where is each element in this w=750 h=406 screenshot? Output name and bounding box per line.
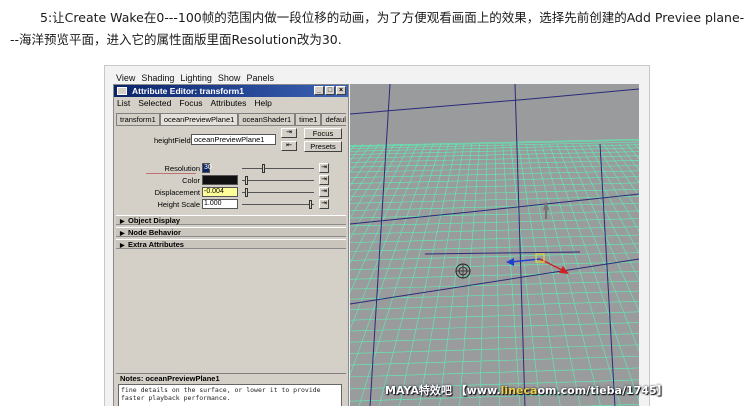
color-slider[interactable] xyxy=(242,176,314,185)
perspective-viewport[interactable] xyxy=(350,84,639,406)
tab-transform1[interactable]: transform1 xyxy=(116,113,160,125)
attribute-label: Height Scale xyxy=(157,200,200,209)
displacement-input[interactable]: -0.004 xyxy=(202,187,238,197)
highlight-underline xyxy=(146,173,196,174)
expand-arrow-icon: ▶ xyxy=(120,231,125,237)
height-field-label: heightField: xyxy=(154,136,193,145)
height-scale-slider[interactable] xyxy=(242,200,314,209)
node-tabs: transform1 oceanPreviewPlane1 oceanShade… xyxy=(116,113,346,125)
attribute-list: Resolution 30 ⇥ Color ⇥ Displacement -0.… xyxy=(116,163,346,213)
menu-help[interactable]: Help xyxy=(254,97,271,109)
menu-selected[interactable]: Selected xyxy=(138,97,171,109)
section-extra-attributes[interactable]: ▶ Extra Attributes xyxy=(116,239,346,249)
watermark-site-name: MAYA特效吧 xyxy=(385,384,452,397)
close-icon[interactable]: × xyxy=(336,86,346,95)
watermark: MAYA特效吧 【www.linecaom.com/tieba/1745】 xyxy=(385,382,668,398)
section-object-display[interactable]: ▶ Object Display xyxy=(116,215,346,225)
watermark-url-rest: om.com/tieba/1745】 xyxy=(537,384,668,397)
attribute-row-color: Color ⇥ xyxy=(116,175,346,186)
map-button-icon[interactable]: ⇥ xyxy=(319,175,329,185)
section-node-behavior[interactable]: ▶ Node Behavior xyxy=(116,227,346,237)
tutorial-paragraph: 5:让Create Wake在0---100帧的范围内做一段位移的动画，为了方便… xyxy=(10,7,745,51)
go-to-output-icon[interactable]: ⇤ xyxy=(281,141,297,151)
presets-button[interactable]: Presets xyxy=(304,141,342,152)
ocean-preview-grid xyxy=(350,138,639,406)
attribute-editor-window: Attribute Editor: transform1 _ □ × List … xyxy=(113,84,349,406)
watermark-url-prefix: 【www. xyxy=(455,384,501,397)
slider-thumb[interactable] xyxy=(262,164,266,173)
viewport-scene xyxy=(350,84,639,406)
slider-thumb[interactable] xyxy=(308,200,312,209)
maya-screenshot: View Shading Lighting Show Panels Attrib… xyxy=(104,65,650,406)
attribute-label: Color xyxy=(182,176,200,185)
section-label: Node Behavior xyxy=(128,228,181,237)
expand-arrow-icon: ▶ xyxy=(120,219,125,225)
attribute-row-displacement: Displacement -0.004 ⇥ xyxy=(116,187,346,198)
go-to-input-icon[interactable]: ⇥ xyxy=(281,128,297,138)
window-icon xyxy=(117,87,127,95)
notes-panel: Notes: oceanPreviewPlane1 fine details o… xyxy=(116,373,346,406)
attribute-row-height-scale: Height Scale 1.000 ⇥ xyxy=(116,199,346,210)
height-field-input[interactable]: oceanPreviewPlane1 xyxy=(191,134,276,145)
tab-ocean-preview-plane1[interactable]: oceanPreviewPlane1 xyxy=(159,113,239,125)
wake-emitter[interactable] xyxy=(455,263,471,279)
menu-attributes[interactable]: Attributes xyxy=(210,97,246,109)
displacement-slider[interactable] xyxy=(242,188,314,197)
height-scale-input[interactable]: 1.000 xyxy=(202,199,238,209)
attribute-editor-menu: List Selected Focus Attributes Help xyxy=(114,97,348,109)
maximize-icon[interactable]: □ xyxy=(325,86,335,95)
watermark-url: 【www.linecaom.com/tieba/1745】 xyxy=(456,384,668,397)
slider-thumb[interactable] xyxy=(245,188,249,197)
attribute-editor-title-bar[interactable]: Attribute Editor: transform1 _ □ × xyxy=(114,85,348,97)
tab-default-render-utility[interactable]: defaultRenderU xyxy=(321,113,346,125)
notes-title: Notes: oceanPreviewPlane1 xyxy=(120,374,220,383)
window-title: Attribute Editor: transform1 xyxy=(132,86,244,96)
map-button-icon[interactable]: ⇥ xyxy=(319,163,329,173)
attribute-label: Displacement xyxy=(154,188,200,197)
notes-textarea[interactable]: fine details on the surface, or lower it… xyxy=(118,384,342,406)
section-label: Extra Attributes xyxy=(128,240,184,249)
tab-time1[interactable]: time1 xyxy=(295,113,322,125)
expand-arrow-icon: ▶ xyxy=(120,243,125,249)
attribute-row-resolution: Resolution 30 ⇥ xyxy=(116,163,346,174)
slider-thumb[interactable] xyxy=(245,176,249,185)
resolution-slider[interactable] xyxy=(242,164,314,173)
tab-ocean-shader1[interactable]: oceanShader1 xyxy=(238,113,296,125)
menu-list[interactable]: List xyxy=(117,97,130,109)
minimize-icon[interactable]: _ xyxy=(314,86,324,95)
node-header-panel: heightField: oceanPreviewPlane1 ⇥ ⇤ Focu… xyxy=(116,125,346,157)
watermark-url-highlight: lineca xyxy=(500,384,538,397)
focus-button[interactable]: Focus xyxy=(304,128,342,139)
tutorial-text: 5:让Create Wake在0---100帧的范围内做一段位移的动画，为了方便… xyxy=(10,10,745,47)
map-button-icon[interactable]: ⇥ xyxy=(319,199,329,209)
section-label: Object Display xyxy=(128,216,181,225)
resolution-input[interactable]: 30 xyxy=(202,163,212,173)
color-swatch[interactable] xyxy=(202,175,238,185)
attribute-label: Resolution xyxy=(164,164,200,173)
menu-focus[interactable]: Focus xyxy=(179,97,202,109)
map-button-icon[interactable]: ⇥ xyxy=(319,187,329,197)
